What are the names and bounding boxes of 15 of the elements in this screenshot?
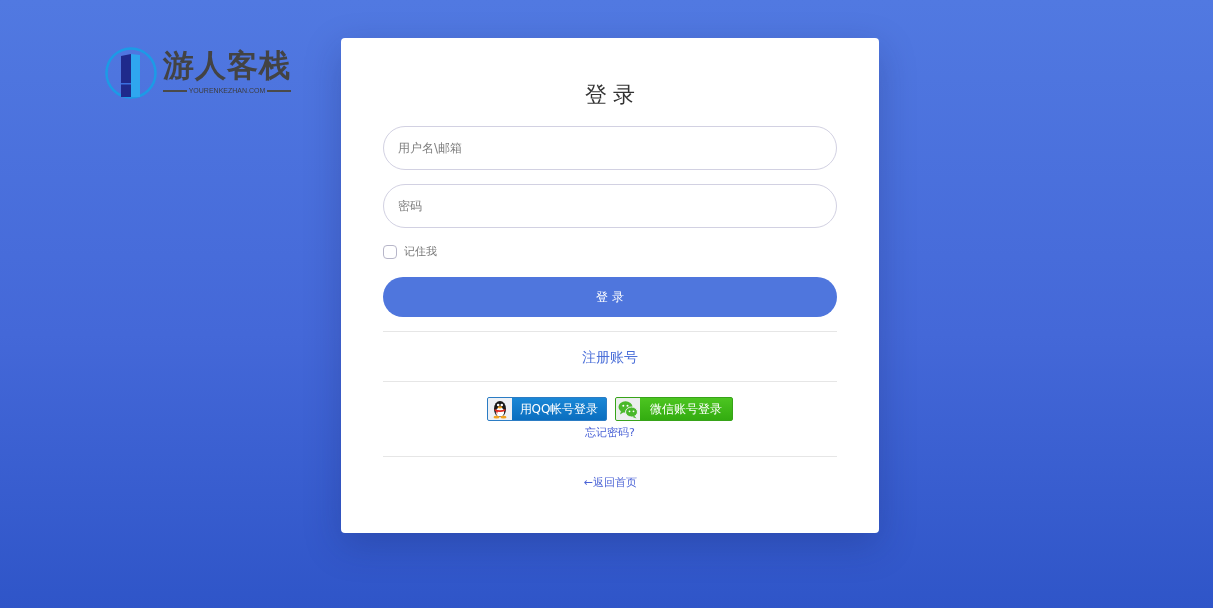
password-field[interactable]: 密码 bbox=[383, 184, 837, 228]
building-icon bbox=[105, 47, 157, 99]
remember-checkbox[interactable] bbox=[383, 245, 397, 259]
register-link[interactable]: 注册账号 bbox=[582, 347, 638, 367]
logo-text: 游人客栈 bbox=[163, 47, 291, 83]
back-home-link[interactable]: ←返回首页 bbox=[583, 475, 637, 491]
username-field[interactable]: 用户名\邮箱 bbox=[383, 126, 837, 170]
chat-bubbles-icon bbox=[616, 398, 640, 420]
penguin-icon bbox=[488, 398, 512, 420]
wechat-login-button[interactable]: 微信账号登录 bbox=[615, 397, 733, 421]
login-title: 登录 bbox=[584, 81, 641, 109]
remember-label: 记住我 bbox=[404, 245, 437, 259]
forgot-password-link[interactable]: 忘记密码? bbox=[585, 425, 635, 441]
login-button[interactable]: 登录 bbox=[383, 277, 837, 317]
qq-login-button[interactable]: 用QQ帐号登录 bbox=[487, 397, 607, 421]
